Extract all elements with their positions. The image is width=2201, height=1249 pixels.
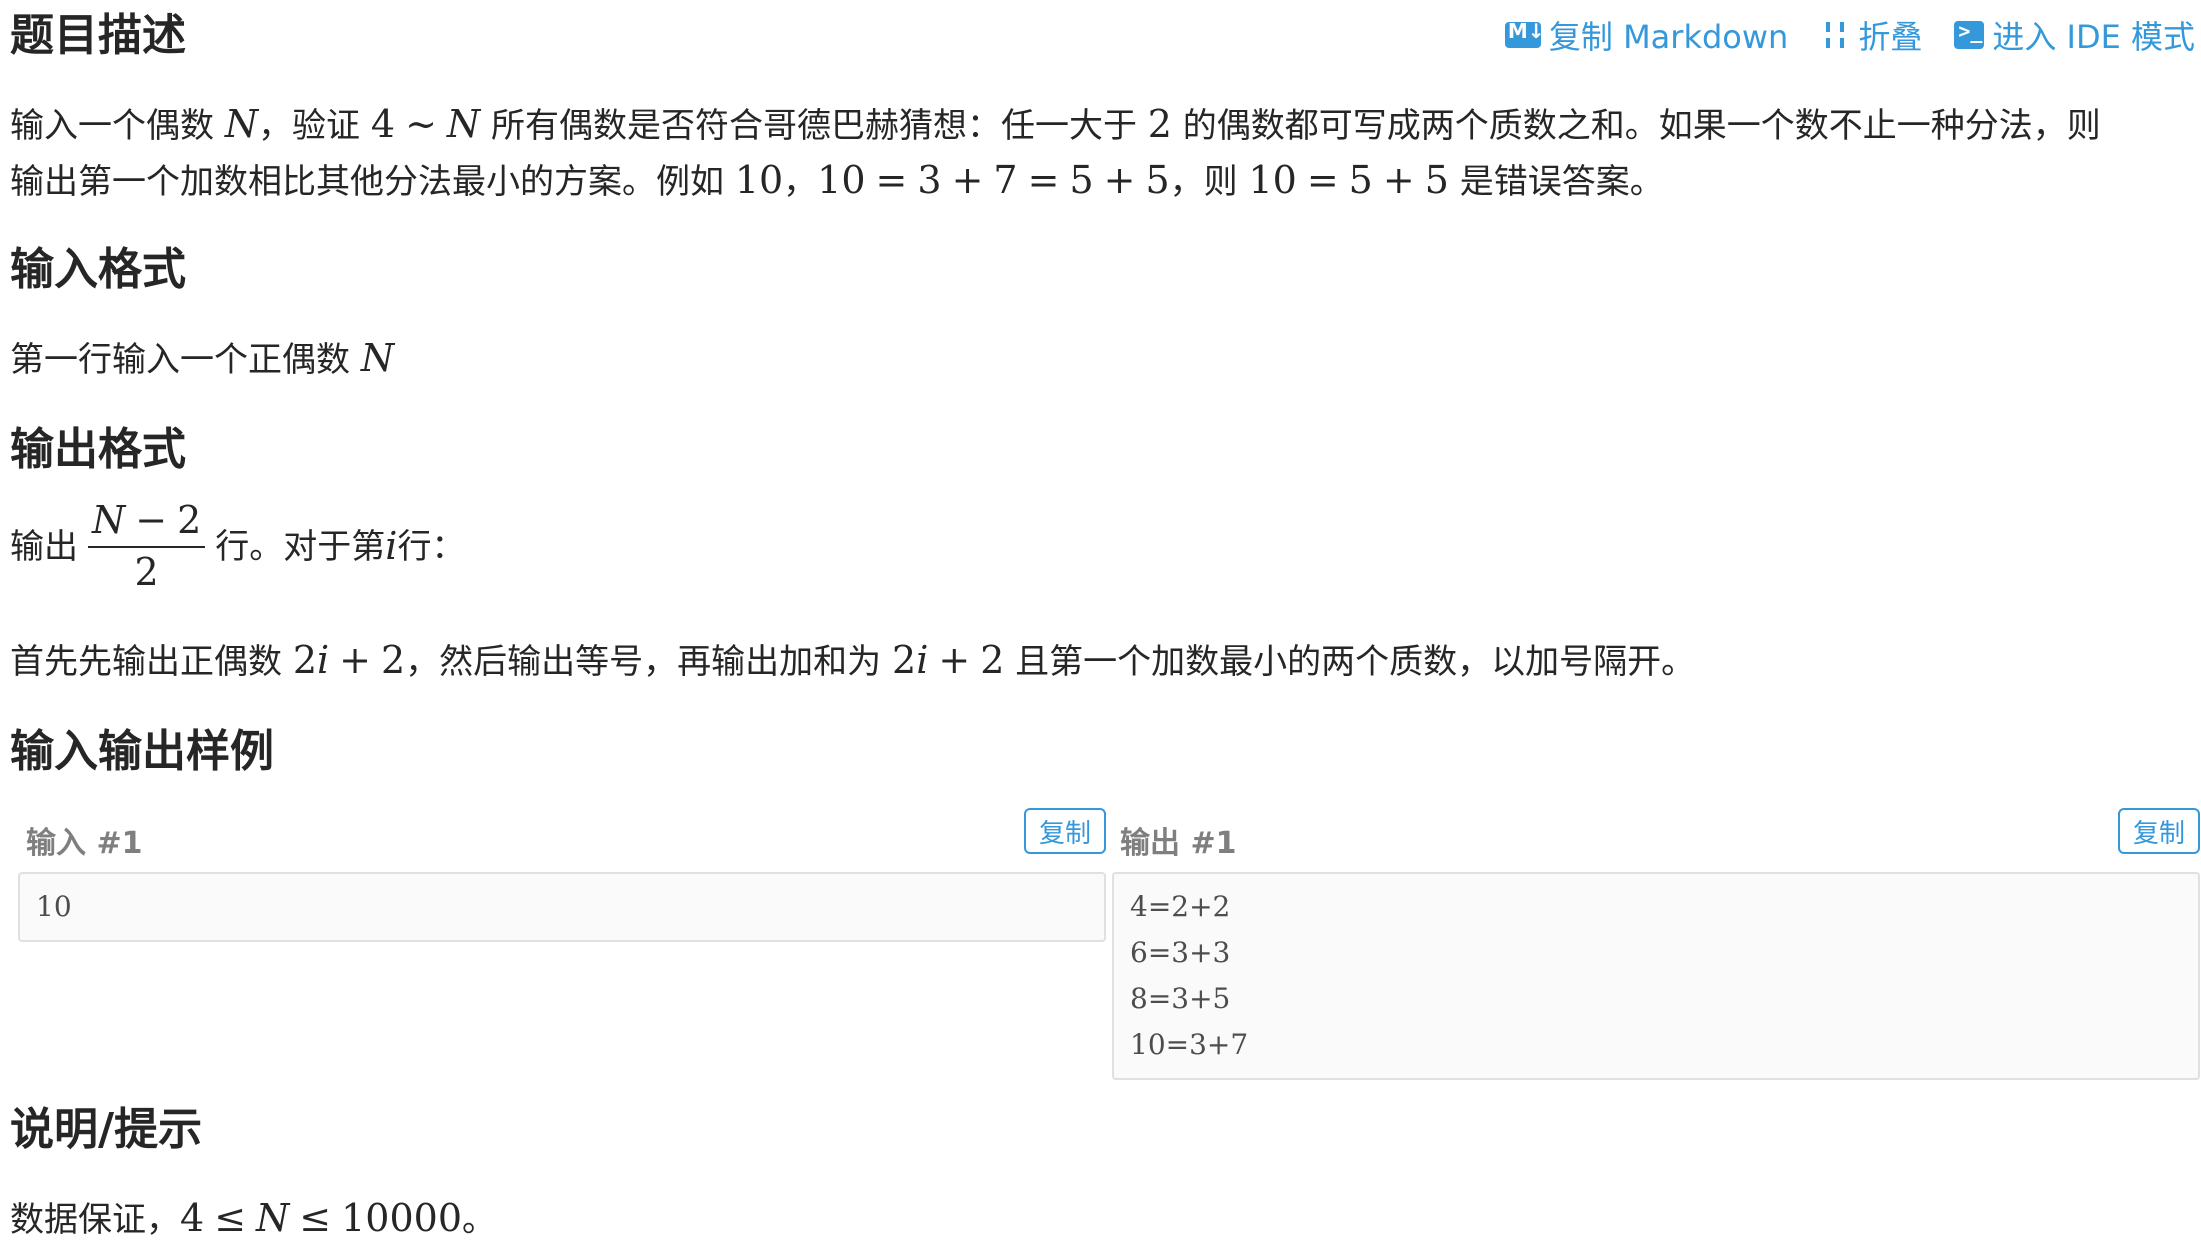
input-format-text: 第一行输入一个正偶数 N [10,328,394,389]
sample-output-box[interactable]: 4=2+2 6=3+3 8=3+5 10=3+7 [1112,872,2200,1080]
sample-line: 6=3+3 [1130,936,1231,969]
sample-output-header: 输出 #1 复制 [1112,808,2200,861]
sample-line: 10=3+7 [1130,1028,1249,1061]
sample-line: 4=2+2 [1130,890,1231,923]
text: 输出第一个加数相比其他分法最小的方案。例如 [10,162,735,202]
math-op: + [1382,158,1415,202]
math-var: i [916,638,929,682]
copy-output-button[interactable]: 复制 [2118,808,2200,854]
math-num: 10 [1248,158,1297,202]
text: 输出 [10,526,78,567]
sample-input-title: 输入 #1 [26,826,143,861]
math-num: 5 [1145,158,1170,202]
text: 是错误答案。 [1448,162,1664,202]
math-op: = [1027,158,1060,202]
math-num: 7 [993,158,1018,202]
sample-input-header: 输入 #1 复制 [18,808,1106,861]
math-num: 2 [1147,102,1172,146]
description-line-2: 输出第一个加数相比其他分法最小的方案。例如 10，10 = 3 +7 = 5 +5，则 10… [10,150,1664,211]
math-num: 5 [1348,158,1373,202]
terminal-icon [1954,19,1985,49]
text: 第一行输入一个正偶数 [10,340,361,380]
text: ，验证 [258,106,371,146]
text: 所有偶数是否符合哥德巴赫猜想：任一大于 [480,106,1148,146]
text: 首先先输出正偶数 [10,642,293,682]
text: 且第一个加数最小的两个质数，以加号隔开。 [1004,642,1696,682]
fold-button[interactable]: 折叠 [1820,12,1922,58]
math-op: + [1103,158,1136,202]
math-num: 4 [180,1196,205,1240]
math-op: + [951,158,984,202]
math-num: 10 [734,158,784,202]
output-format-line-2: 首先先输出正偶数 2i +2，然后输出等号，再输出加和为 2i +2 且第一个加数最… [10,630,1695,691]
text: ， [783,162,818,202]
toolbar: 复制 Markdown 折叠 进入 IDE 模式 [1504,12,2195,58]
sample-output-title: 输出 #1 [1120,826,1237,861]
description-heading: 题目描述 [10,10,186,61]
math-num: 2 [381,638,406,682]
problem-page: 复制 Markdown 折叠 进入 IDE 模式 题目描述 输入一个偶数 N，验… [0,0,2201,1244]
hint-text: 数据保证，4 ≤ N ≤10000。 [10,1188,496,1249]
math-num: 2 [892,638,917,682]
math-num: 10 [817,158,866,202]
math-num: 3 [917,158,942,202]
math-num: 2 [980,638,1005,682]
math-var: N [224,102,259,146]
math-num: 5 [1424,158,1449,202]
text: 。 [462,1200,497,1240]
text: ，然后输出等号，再输出加和为 [405,642,892,682]
text: 输入一个偶数 [10,106,225,146]
math-op: − [135,498,168,542]
text: 数据保证， [10,1200,180,1240]
math-var: N [360,336,395,380]
hint-heading: 说明/提示 [10,1104,203,1155]
samples-heading: 输入输出样例 [10,726,274,777]
math-num: 2 [292,638,317,682]
ide-mode-button[interactable]: 进入 IDE 模式 [1954,12,2195,58]
math-num: 10000 [341,1196,463,1240]
copy-input-button[interactable]: 复制 [1024,808,1106,854]
sample-output: 输出 #1 复制 4=2+2 6=3+3 8=3+5 10=3+7 [1112,808,2200,1080]
fold-label: 折叠 [1858,18,1923,56]
input-format-heading: 输入格式 [10,244,186,295]
sample-line: 8=3+5 [1130,982,1231,1015]
math-var: i [317,638,330,682]
sample-input: 输入 #1 复制 10 [18,808,1106,942]
math-op: ≤ [214,1196,247,1240]
description-line-1: 输入一个偶数 N，验证 4 ∼ N 所有偶数是否符合哥德巴赫猜想：任一大于 2 的偶… [10,94,2101,155]
math-var: N [446,102,481,146]
math-var: N [256,1196,290,1240]
fraction-denominator: 2 [134,549,159,594]
sample-line: 10 [36,890,72,923]
math-num: 2 [177,498,202,542]
fold-icon [1820,20,1850,50]
math-op: + [339,638,371,682]
math-op: = [875,158,908,202]
ide-mode-label: 进入 IDE 模式 [1992,18,2195,56]
sample-input-box[interactable]: 10 [18,872,1106,942]
math-var: i [385,524,398,569]
fraction-numerator: N −2 [88,498,206,548]
text: 行。对于第 [215,526,386,567]
markdown-icon [1504,19,1545,48]
copy-markdown-label: 复制 Markdown [1548,18,1789,56]
output-format-line-1: 输出 N −2 2 行。对于第 i 行： [10,498,466,594]
math-op: ∼ [405,102,437,146]
output-format-heading: 输出格式 [10,424,186,475]
math-op: ≤ [299,1196,332,1240]
math-var: N [92,498,126,542]
text: 行： [397,526,466,567]
copy-markdown-button[interactable]: 复制 Markdown [1504,12,1789,58]
fraction: N −2 2 [88,498,206,594]
math-op: = [1306,158,1339,202]
math-num: 5 [1069,158,1094,202]
text: 的偶数都可写成两个质数之和。如果一个数不止一种分法，则 [1171,106,2101,146]
math-op: + [938,638,971,682]
math-num: 4 [370,102,396,146]
text: ，则 [1169,162,1249,202]
